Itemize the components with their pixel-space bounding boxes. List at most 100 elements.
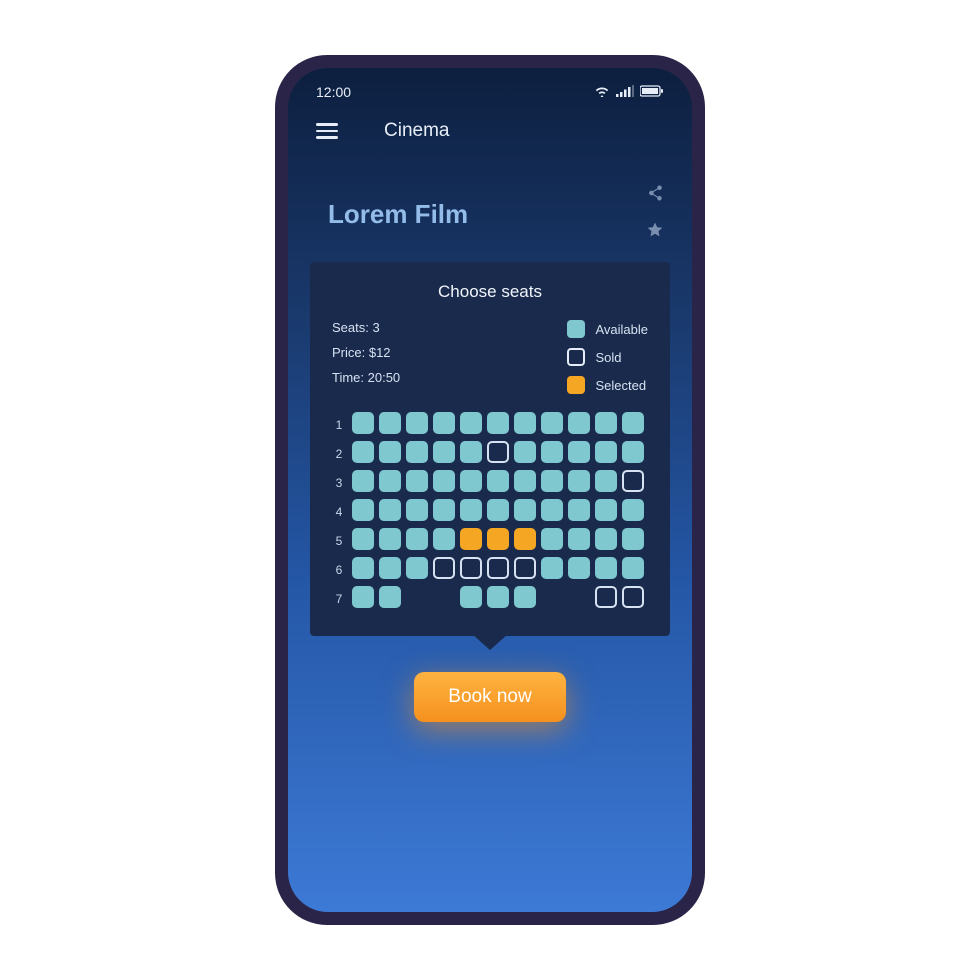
menu-icon[interactable]	[316, 123, 338, 139]
seat-sold[interactable]	[622, 470, 644, 492]
seat-available[interactable]	[595, 499, 617, 521]
row-label: 5	[336, 530, 343, 552]
legend: Available Sold Selected	[567, 320, 648, 394]
seat-sold[interactable]	[460, 557, 482, 579]
seat-selected[interactable]	[514, 528, 536, 550]
seat-available[interactable]	[379, 412, 401, 434]
seat-available[interactable]	[514, 586, 536, 608]
seat-available[interactable]	[433, 528, 455, 550]
panel-info: Seats: 3 Price: $12 Time: 20:50 Availabl…	[332, 320, 648, 394]
seat-available[interactable]	[433, 441, 455, 463]
price-value: Price: $12	[332, 345, 400, 360]
seat-row	[352, 528, 644, 550]
seat-available[interactable]	[460, 441, 482, 463]
seat-available[interactable]	[541, 499, 563, 521]
seat-sold[interactable]	[622, 586, 644, 608]
share-icon[interactable]	[646, 184, 664, 207]
seat-available[interactable]	[379, 470, 401, 492]
seat-available[interactable]	[352, 470, 374, 492]
seat-sold[interactable]	[433, 557, 455, 579]
seat-available[interactable]	[541, 412, 563, 434]
seat-available[interactable]	[514, 441, 536, 463]
seat-available[interactable]	[541, 470, 563, 492]
seat-available[interactable]	[460, 499, 482, 521]
seat-available[interactable]	[460, 412, 482, 434]
seat-available[interactable]	[406, 412, 428, 434]
seat-sold[interactable]	[487, 441, 509, 463]
status-bar: 12:00	[288, 68, 692, 106]
seat-available[interactable]	[622, 441, 644, 463]
wifi-icon	[594, 84, 610, 100]
star-icon[interactable]	[646, 221, 664, 244]
seat-sold[interactable]	[514, 557, 536, 579]
seat-available[interactable]	[406, 528, 428, 550]
seat-available[interactable]	[595, 412, 617, 434]
seat-available[interactable]	[487, 470, 509, 492]
seat-available[interactable]	[406, 441, 428, 463]
time-value: Time: 20:50	[332, 370, 400, 385]
seat-available[interactable]	[568, 441, 590, 463]
seat-available[interactable]	[541, 441, 563, 463]
seat-available[interactable]	[487, 499, 509, 521]
seat-sold[interactable]	[595, 586, 617, 608]
seat-row	[352, 499, 644, 521]
seat-available[interactable]	[379, 557, 401, 579]
seat-available[interactable]	[595, 557, 617, 579]
seat-available[interactable]	[433, 412, 455, 434]
seat-available[interactable]	[352, 499, 374, 521]
seat-available[interactable]	[406, 557, 428, 579]
signal-icon	[616, 84, 634, 100]
seat-grid	[352, 412, 644, 610]
row-label: 1	[336, 414, 343, 436]
seat-selected[interactable]	[460, 528, 482, 550]
seat-available[interactable]	[622, 557, 644, 579]
seat-available[interactable]	[352, 557, 374, 579]
seat-available[interactable]	[595, 470, 617, 492]
seat-available[interactable]	[352, 441, 374, 463]
seat-sold[interactable]	[487, 557, 509, 579]
book-now-button[interactable]: Book now	[414, 672, 565, 722]
row-label: 4	[336, 501, 343, 523]
seat-available[interactable]	[595, 441, 617, 463]
movie-title: Lorem Film	[328, 199, 468, 230]
seat-available[interactable]	[460, 470, 482, 492]
seat-available[interactable]	[460, 586, 482, 608]
seat-available[interactable]	[568, 528, 590, 550]
seat-available[interactable]	[433, 499, 455, 521]
seat-available[interactable]	[352, 528, 374, 550]
app-header: Cinema	[288, 106, 692, 160]
cta-wrap: Book now	[288, 672, 692, 722]
swatch-available-icon	[567, 320, 585, 338]
seat-available[interactable]	[568, 557, 590, 579]
seat-available[interactable]	[352, 586, 374, 608]
seat-available[interactable]	[433, 470, 455, 492]
legend-sold: Sold	[567, 348, 648, 366]
seat-row	[352, 412, 644, 434]
booking-info: Seats: 3 Price: $12 Time: 20:50	[332, 320, 400, 394]
seat-selected[interactable]	[487, 528, 509, 550]
seat-available[interactable]	[622, 412, 644, 434]
seat-available[interactable]	[541, 557, 563, 579]
seat-available[interactable]	[568, 470, 590, 492]
seat-available[interactable]	[406, 470, 428, 492]
seat-available[interactable]	[379, 586, 401, 608]
seat-available[interactable]	[379, 441, 401, 463]
seat-available[interactable]	[514, 412, 536, 434]
seat-available[interactable]	[379, 499, 401, 521]
seat-available[interactable]	[514, 499, 536, 521]
seat-available[interactable]	[595, 528, 617, 550]
movie-actions	[646, 184, 664, 244]
seat-available[interactable]	[622, 528, 644, 550]
seat-available[interactable]	[487, 412, 509, 434]
status-time: 12:00	[316, 84, 351, 100]
swatch-selected-icon	[567, 376, 585, 394]
seat-available[interactable]	[379, 528, 401, 550]
seat-available[interactable]	[406, 499, 428, 521]
seat-available[interactable]	[622, 499, 644, 521]
seat-available[interactable]	[568, 412, 590, 434]
seat-available[interactable]	[514, 470, 536, 492]
seat-available[interactable]	[352, 412, 374, 434]
seat-available[interactable]	[568, 499, 590, 521]
seat-available[interactable]	[487, 586, 509, 608]
seat-available[interactable]	[541, 528, 563, 550]
